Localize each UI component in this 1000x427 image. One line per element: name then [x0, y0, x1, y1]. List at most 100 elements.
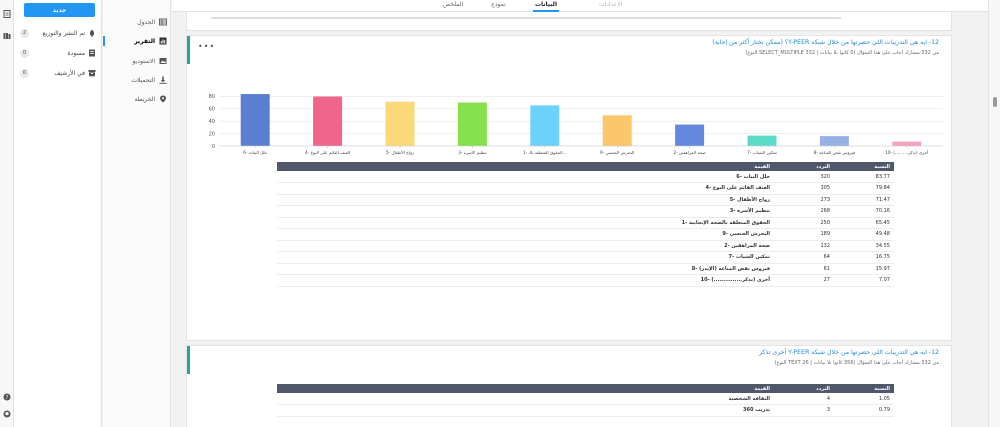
library-icon[interactable] [3, 32, 11, 40]
x-tick-label: 2- صحة المراهقين [673, 150, 706, 155]
report-main: ••• 12- ايه هي التدريبات اللي حضرتها من … [172, 12, 988, 427]
frequency-cell: 320 [774, 171, 834, 183]
deployed-count-badge: 2 [20, 28, 29, 38]
top-tabs: الإعدادات البيانات نموذج الملخص [172, 0, 988, 12]
subnav-item-map[interactable]: الخريطة [107, 93, 167, 105]
chart-bar [747, 135, 777, 146]
page-scrollbar[interactable] [988, 0, 1000, 427]
forms-icon[interactable] [3, 10, 11, 18]
chart-bar [602, 115, 632, 146]
tab-data[interactable]: البيانات [533, 1, 559, 12]
question-subtitle: من 332 مشارك أجاب على هذا السؤال (356 كا… [774, 360, 939, 366]
x-tick-label: 1- الحقوق المتعلقة بالـ... [523, 150, 567, 155]
x-tick-label: 4- العنف القائم على النوع [305, 150, 350, 155]
svg-text:?: ? [6, 395, 9, 401]
value-cell: 6- خلل البنات [277, 171, 774, 183]
question-header: 12- ايه هي التدريبات اللي حضرتها من خلال… [187, 346, 951, 374]
more-options-icon[interactable]: ••• [198, 42, 215, 51]
value-cell: 10- أخرى (تذكر...............) [277, 274, 774, 287]
percentage-cell: 7.07 [834, 274, 894, 287]
report-subnav: الجدول التقرير الاستوديو التحميلات الخري… [103, 0, 171, 427]
subnav-item-label: الاستوديو [132, 57, 155, 65]
value-cell: 9- التحرش الجنسي [277, 228, 774, 241]
chart-bar [819, 136, 849, 146]
percentage-cell: 1.05 [834, 393, 894, 405]
report-icon [159, 37, 167, 45]
frequency-cell: 268 [774, 205, 834, 218]
percentage-cell: 79.84 [834, 182, 894, 195]
frequency-cell: 305 [774, 182, 834, 195]
subnav-item-label: التقرير [134, 37, 155, 45]
table-row: 1- الحقوق المتعلقة بالصحة الإنجابية 250 65… [277, 217, 894, 229]
chart-bar [457, 102, 487, 146]
percentage-cell: 83.77 [834, 171, 894, 183]
table-row: 4- العنف القائم على النوع 305 79.84 [277, 182, 894, 195]
new-project-button[interactable]: جديد [24, 3, 95, 17]
subnav-item-report[interactable]: التقرير [103, 35, 167, 47]
frequency-cell: 4 [774, 393, 834, 405]
question-2-table: القيمة التردد النسبة الثقافة الشخصية 4 1.0… [277, 384, 894, 417]
archived-count-badge: 0 [20, 68, 29, 78]
sidebar-item-archived[interactable]: 0 في الأرشيف [20, 67, 96, 79]
subnav-item-downloads[interactable]: التحميلات [107, 74, 167, 86]
question-header: ••• 12- ايه هي التدريبات اللي حضرتها من … [187, 36, 951, 64]
x-tick-label: 5- زواج الأطفال [386, 150, 414, 155]
frequency-cell: 132 [774, 240, 834, 252]
download-icon [159, 76, 167, 84]
subnav-item-gallery[interactable]: الاستوديو [107, 55, 167, 67]
question-card-1: ••• 12- ايه هي التدريبات اللي حضرتها من … [186, 35, 952, 341]
y-tick-label: 20 [209, 131, 215, 137]
value-cell: 7- تمكين الشباب [277, 251, 774, 264]
question-subtitle: من 332 مشارك أجاب على هذا السؤال (0 كانو… [745, 50, 939, 56]
chart-bar [530, 105, 560, 146]
table-header-row: القيمة التردد النسبة [277, 162, 894, 171]
project-sidebar: جديد 2 تم النشر والتوزيع 0 مسودة 0 في ال… [14, 0, 102, 427]
table-row: 5- زواج الأطفال 273 71.47 [277, 194, 894, 206]
y-tick-label: 80 [209, 94, 215, 100]
value-cell: الثقافة الشخصية [277, 393, 774, 405]
table-row: 3- تنظيم الأسرة 268 70.16 [277, 205, 894, 218]
percentage-cell: 49.48 [834, 228, 894, 241]
sidebar-item-label: مسودة [67, 49, 85, 57]
percentage-cell: 34.55 [834, 240, 894, 252]
y-tick-label: 60 [209, 107, 215, 113]
column-header-value: القيمة [277, 162, 774, 171]
frequency-cell: 27 [774, 274, 834, 287]
previous-card-divider [211, 17, 841, 19]
chart-bar [240, 94, 270, 146]
chart-bar [385, 101, 415, 146]
percentage-cell: 70.16 [834, 205, 894, 218]
table-row: 8- فيروس نقص المناعة (الإيدز) 61 15.97 [277, 263, 894, 275]
chart-bar [313, 96, 343, 146]
x-tick-label: 6- خلل البنات [243, 150, 268, 155]
subnav-item-label: الخريطة [134, 95, 156, 103]
percentage-cell: 15.97 [834, 263, 894, 275]
x-tick-label: 9- التحرش الجنسي [600, 150, 634, 155]
y-tick-label: 0 [212, 144, 215, 150]
sidebar-item-label: في الأرشيف [54, 69, 85, 77]
subnav-item-table[interactable]: الجدول [107, 16, 167, 28]
value-cell: 8- فيروس نقص المناعة (الإيدز) [277, 263, 774, 275]
sidebar-item-draft[interactable]: 0 مسودة [20, 47, 96, 59]
question-1-table: القيمة التردد النسبة 6- خلل البنات 320 83.… [277, 162, 894, 287]
x-tick-label: 8- فيروس نقص المناعة [814, 150, 855, 155]
sidebar-item-deployed[interactable]: 2 تم النشر والتوزيع [20, 27, 96, 39]
scrollbar-thumb[interactable] [993, 97, 997, 107]
tab-form[interactable]: نموذج [491, 1, 506, 8]
draft-icon [89, 49, 95, 57]
percentage-cell: 65.45 [834, 217, 894, 229]
github-icon[interactable] [3, 410, 11, 418]
tab-settings[interactable]: الإعدادات [599, 1, 622, 8]
column-header-percentage: النسبة [834, 384, 894, 393]
column-header-frequency: التردد [774, 384, 834, 393]
y-tick-label: 40 [209, 119, 215, 125]
table-icon [159, 18, 167, 26]
archive-icon [88, 70, 96, 77]
tab-summary[interactable]: الملخص [443, 1, 463, 8]
chart-bar [675, 124, 705, 146]
question-title: 12- ايه هي التدريبات اللي حضرتها من خلال… [712, 39, 939, 46]
help-icon[interactable]: ? [3, 393, 11, 401]
value-cell: 1- الحقوق المتعلقة بالصحة الإنجابية [277, 217, 774, 229]
map-pin-icon [160, 95, 166, 103]
column-header-frequency: التردد [774, 162, 834, 171]
